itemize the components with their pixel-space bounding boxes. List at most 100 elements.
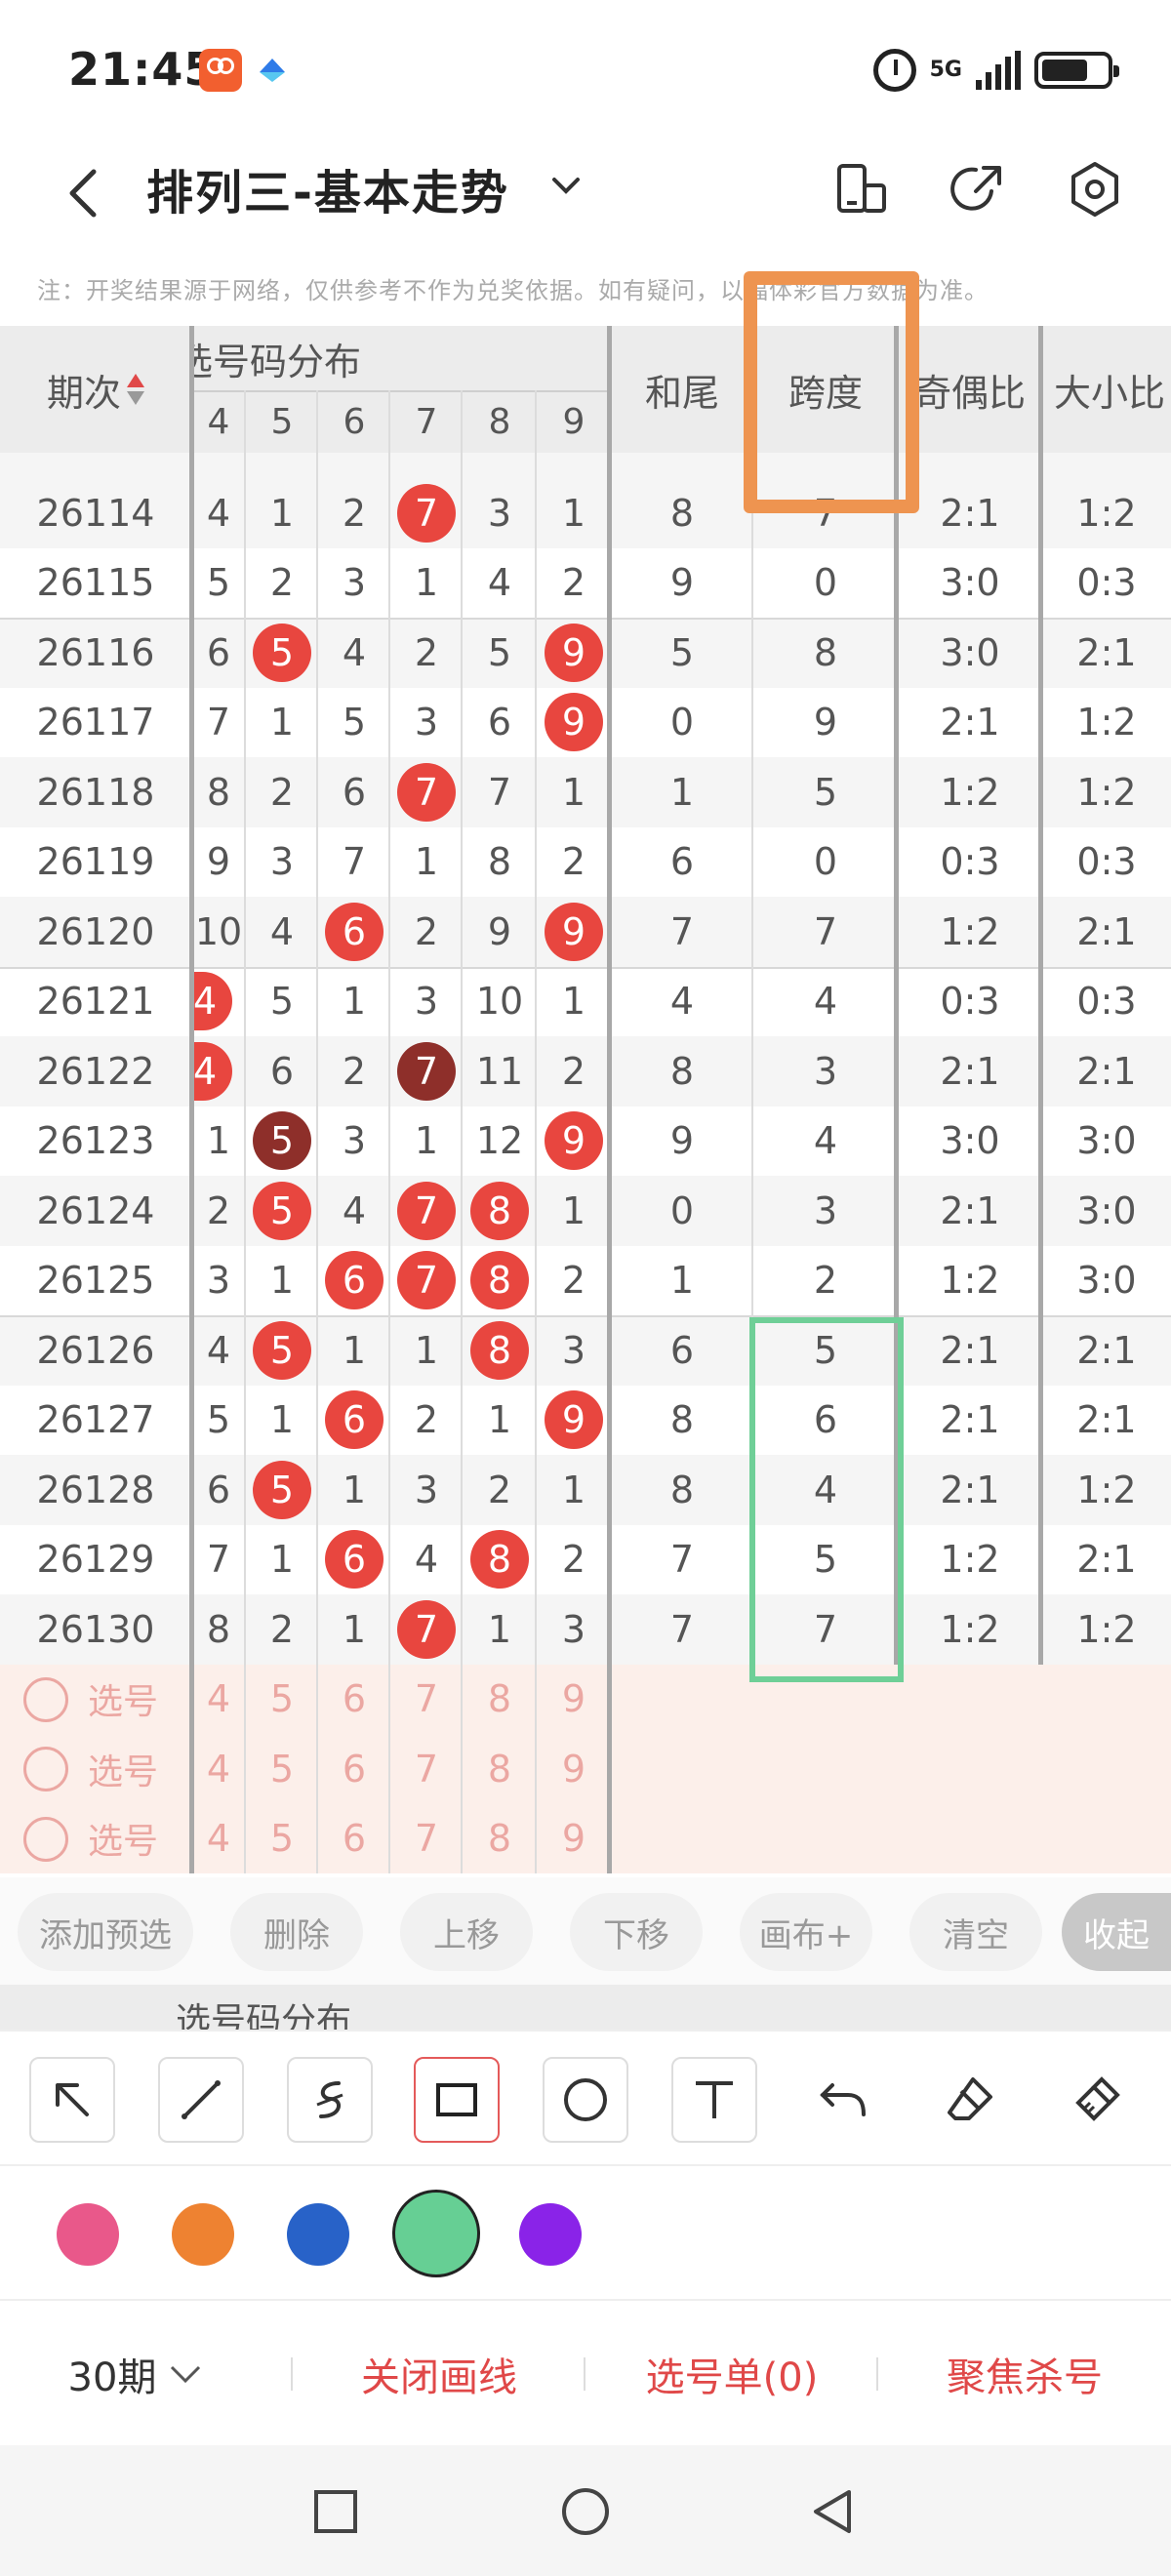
back-arrow-icon[interactable] xyxy=(57,164,115,222)
rectangle-tool[interactable] xyxy=(414,2057,500,2143)
settings-icon[interactable] xyxy=(1064,158,1126,221)
digit-cell: 9 xyxy=(487,909,512,953)
collapse-button[interactable]: 收起 xyxy=(1062,1893,1171,1971)
header-big-small[interactable]: 大小比 xyxy=(1042,326,1171,453)
close-drawing-button[interactable]: 关闭画线 xyxy=(293,2301,586,2447)
header-period[interactable]: 期次 xyxy=(0,326,191,453)
header-digit-4[interactable]: 4 xyxy=(191,390,246,453)
table-row[interactable]: 26129 7 1 6 4 8 2 7 5 1:2 2:1 xyxy=(0,1525,1171,1595)
digit-cell: 5 xyxy=(269,980,295,1024)
pick-digit[interactable]: 9 xyxy=(537,1734,611,1804)
digit-cell: 1 xyxy=(342,1468,367,1511)
color-swatch[interactable] xyxy=(392,2190,480,2277)
sort-icon[interactable] xyxy=(127,372,144,407)
table-row[interactable]: 26116 6 5 4 2 5 9 5 8 3:0 2:1 xyxy=(0,618,1171,688)
table-row[interactable]: 26115 5 2 3 1 4 2 9 0 3:0 0:3 xyxy=(0,548,1171,619)
header-digit-9[interactable]: 9 xyxy=(537,390,611,453)
clear-brush-tool[interactable] xyxy=(1054,2057,1140,2143)
header-odd-even[interactable]: 奇偶比 xyxy=(898,326,1042,453)
table-row[interactable]: 26127 5 1 6 2 1 9 8 6 2:1 2:1 xyxy=(0,1386,1171,1456)
pick-digit[interactable]: 8 xyxy=(463,1804,537,1874)
header-digit-6[interactable]: 6 xyxy=(318,390,390,453)
pick-digit[interactable]: 6 xyxy=(318,1734,390,1804)
pick-digit[interactable]: 5 xyxy=(246,1804,318,1874)
pick-digit[interactable]: 6 xyxy=(318,1804,390,1874)
move-down-button[interactable]: 下移 xyxy=(570,1893,703,1971)
secondary-header: 选号码分布 xyxy=(0,1985,1171,2030)
table-row[interactable]: 26124 2 5 4 7 8 1 0 3 2:1 3:0 xyxy=(0,1176,1171,1246)
pick-row[interactable]: 选号 4 5 6 7 8 9 xyxy=(0,1734,1171,1804)
table-row[interactable]: 26119 9 3 7 1 8 2 6 0 0:3 0:3 xyxy=(0,827,1171,898)
clear-button[interactable]: 清空 xyxy=(909,1893,1042,1971)
table-row[interactable]: 26123 1 5 3 1 12 9 9 4 3:0 3:0 xyxy=(0,1107,1171,1177)
arrow-tool[interactable] xyxy=(29,2057,115,2143)
focus-kill-button[interactable]: 聚焦杀号 xyxy=(878,2301,1171,2447)
recent-apps-icon[interactable] xyxy=(312,2488,359,2535)
pick-digit[interactable]: 6 xyxy=(318,1665,390,1735)
period-selector[interactable]: 30期 xyxy=(39,2301,234,2447)
pick-digit[interactable]: 8 xyxy=(463,1734,537,1804)
pick-digit[interactable]: 5 xyxy=(246,1665,318,1735)
header-sum-tail[interactable]: 和尾 xyxy=(611,326,753,453)
drawn-rectangle-green[interactable] xyxy=(749,1317,904,1682)
table-row[interactable]: 26126 4 5 1 1 8 3 6 5 2:1 2:1 xyxy=(0,1315,1171,1386)
share-icon[interactable] xyxy=(947,158,1009,221)
pick-digit[interactable]: 9 xyxy=(537,1665,611,1735)
table-row[interactable]: 26128 6 5 1 3 2 1 8 4 2:1 1:2 xyxy=(0,1455,1171,1525)
header-digit-8[interactable]: 8 xyxy=(463,390,537,453)
hit-ball: 7 xyxy=(397,762,456,822)
undo-tool[interactable] xyxy=(800,2057,886,2143)
pick-digit[interactable]: 4 xyxy=(191,1804,246,1874)
pick-row[interactable]: 选号 4 5 6 7 8 9 xyxy=(0,1803,1171,1874)
table-row[interactable]: 26125 3 1 6 7 8 2 1 2 1:2 3:0 xyxy=(0,1246,1171,1316)
header-digit-5[interactable]: 5 xyxy=(246,390,318,453)
table-row[interactable]: 26122 4 6 2 7 11 2 8 3 2:1 2:1 xyxy=(0,1036,1171,1107)
home-icon[interactable] xyxy=(560,2486,611,2537)
pick-radio[interactable] xyxy=(23,1676,68,1722)
color-swatch[interactable] xyxy=(287,2203,349,2266)
delete-button[interactable]: 删除 xyxy=(230,1893,363,1971)
move-up-button[interactable]: 上移 xyxy=(400,1893,533,1971)
sum-tail-cell: 8 xyxy=(669,1398,695,1442)
color-swatch[interactable] xyxy=(172,2203,234,2266)
color-swatch[interactable] xyxy=(519,2203,582,2266)
chevron-down-icon[interactable] xyxy=(546,166,586,205)
rotate-screen-icon[interactable] xyxy=(829,158,892,221)
hit-ball: 6 xyxy=(325,1251,384,1310)
big-small-cell: 2:1 xyxy=(1076,1398,1137,1442)
table-row[interactable]: 26118 8 2 6 7 7 1 1 5 1:2 1:2 xyxy=(0,757,1171,827)
pick-radio[interactable] xyxy=(23,1816,68,1862)
pick-list-button[interactable]: 选号单(0) xyxy=(586,2301,878,2447)
color-swatch[interactable] xyxy=(57,2203,119,2266)
pick-radio[interactable] xyxy=(23,1747,68,1791)
pick-digit[interactable]: 9 xyxy=(537,1804,611,1874)
eraser-tool[interactable] xyxy=(927,2057,1013,2143)
table-row[interactable]: 26120 10 4 6 2 9 9 7 7 1:2 2:1 xyxy=(0,897,1171,967)
freehand-tool[interactable] xyxy=(287,2057,373,2143)
table-row[interactable]: 26121 4 5 1 3 10 1 4 4 0:3 0:3 xyxy=(0,967,1171,1037)
pick-digit[interactable]: 4 xyxy=(191,1734,246,1804)
table-row[interactable]: 26117 7 1 5 3 6 9 0 9 2:1 1:2 xyxy=(0,688,1171,758)
line-tool[interactable] xyxy=(158,2057,244,2143)
pick-digit[interactable]: 8 xyxy=(463,1665,537,1735)
table-row[interactable]: 26130 8 2 1 7 1 3 7 7 1:2 1:2 xyxy=(0,1594,1171,1665)
table-row[interactable]: 26114 4 1 2 7 3 1 8 7 2:1 1:2 xyxy=(0,478,1171,548)
digit-cell: 6 xyxy=(318,1525,390,1595)
header-digit-7[interactable]: 7 xyxy=(390,390,463,453)
back-icon[interactable] xyxy=(808,2486,857,2537)
pick-digit[interactable]: 7 xyxy=(390,1804,463,1874)
digit-cell: 2 xyxy=(487,1468,512,1511)
odd-even-cell: 1:2 xyxy=(940,770,1000,814)
canvas-plus-button[interactable]: 画布+ xyxy=(740,1893,872,1971)
pick-digit[interactable]: 7 xyxy=(390,1734,463,1804)
circle-tool[interactable] xyxy=(543,2057,628,2143)
drawn-rectangle-orange[interactable] xyxy=(744,271,919,513)
period-cell: 26123 xyxy=(36,1119,155,1163)
pick-row[interactable]: 选号 4 5 6 7 8 9 xyxy=(0,1664,1171,1735)
page-title[interactable]: 排列三-基本走势 xyxy=(146,154,509,222)
text-tool[interactable] xyxy=(671,2057,757,2143)
pick-digit[interactable]: 7 xyxy=(390,1665,463,1735)
pick-digit[interactable]: 5 xyxy=(246,1734,318,1804)
add-preselect-button[interactable]: 添加预选 xyxy=(18,1893,193,1971)
pick-digit[interactable]: 4 xyxy=(191,1665,246,1735)
